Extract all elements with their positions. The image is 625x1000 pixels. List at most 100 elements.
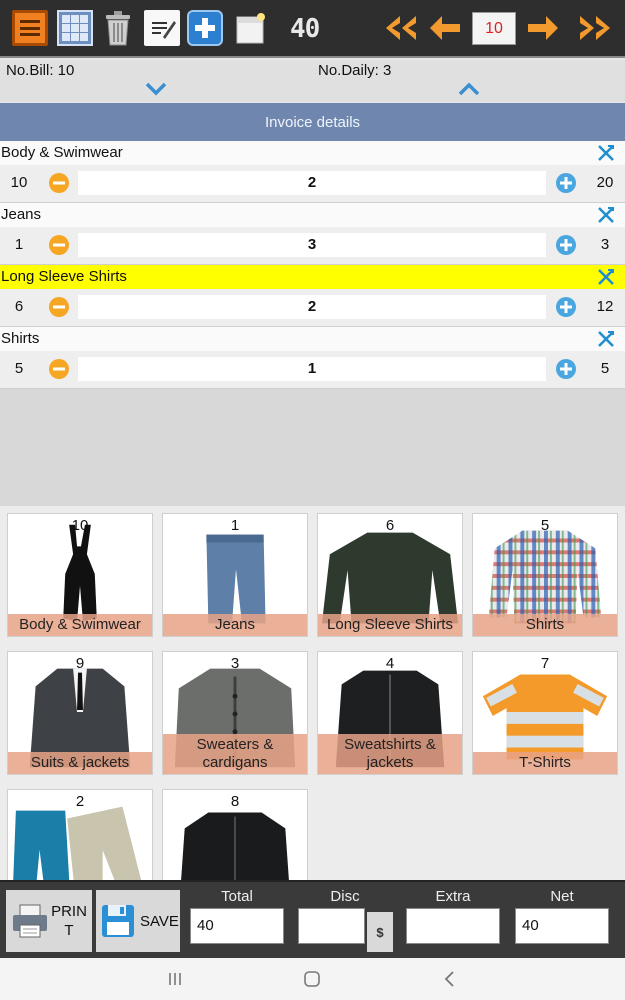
invoice-item-qty-row: 6 2 12 bbox=[0, 289, 625, 326]
bill-number-label: No.Bill: 10 bbox=[6, 62, 75, 79]
product-label: Suits & jackets bbox=[8, 752, 152, 774]
product-grid: 10 Body & Swimwear 1 Jeans 6 Long Sleeve… bbox=[0, 506, 625, 880]
minus-icon[interactable] bbox=[48, 358, 70, 380]
trash-icon[interactable] bbox=[100, 10, 136, 46]
minus-icon[interactable] bbox=[48, 296, 70, 318]
invoice-item-name[interactable]: Body & Swimwear bbox=[0, 141, 625, 165]
top-toolbar: 40 10 bbox=[0, 0, 625, 58]
product-label: Shirts bbox=[473, 614, 617, 636]
plus-icon[interactable] bbox=[555, 358, 577, 380]
item-price: 1 bbox=[14, 236, 24, 253]
previous-page-icon[interactable] bbox=[428, 14, 462, 42]
item-total: 3 bbox=[600, 236, 610, 253]
remove-item-icon[interactable] bbox=[597, 268, 615, 286]
product-count: 6 bbox=[385, 517, 395, 534]
invoice-empty-area bbox=[0, 389, 625, 506]
product-tile-jeans[interactable]: 1 Jeans bbox=[162, 513, 308, 637]
product-tile-body-swimwear[interactable]: 10 Body & Swimwear bbox=[7, 513, 153, 637]
quantity-field[interactable]: 1 bbox=[78, 357, 546, 381]
page-number-field[interactable]: 10 bbox=[472, 12, 516, 45]
total-label: Total bbox=[221, 888, 253, 905]
daily-number-label: No.Daily: 3 bbox=[318, 62, 392, 79]
invoice-item-name-text: Long Sleeve Shirts bbox=[1, 268, 127, 285]
document-icon[interactable] bbox=[232, 10, 268, 46]
product-tile-sweaters[interactable]: 3 Sweaters & cardigans bbox=[162, 651, 308, 775]
product-count: 3 bbox=[230, 655, 240, 672]
item-price: 6 bbox=[14, 298, 24, 315]
product-tile-jackets[interactable]: 8 bbox=[162, 789, 308, 880]
total-field[interactable]: 40 bbox=[190, 908, 284, 944]
minus-icon[interactable] bbox=[48, 172, 70, 194]
product-tile-pants[interactable]: 2 bbox=[7, 789, 153, 880]
quantity-field[interactable]: 3 bbox=[78, 233, 546, 257]
invoice-item-name[interactable]: Jeans bbox=[0, 203, 625, 227]
print-button[interactable]: PRINT bbox=[6, 890, 92, 952]
extra-field[interactable] bbox=[406, 908, 500, 944]
remove-item-icon[interactable] bbox=[597, 144, 615, 162]
product-label: Long Sleeve Shirts bbox=[318, 614, 462, 636]
minus-icon[interactable] bbox=[48, 234, 70, 256]
recent-apps-icon[interactable] bbox=[166, 970, 184, 988]
product-count: 4 bbox=[385, 655, 395, 672]
menu-icon[interactable] bbox=[12, 10, 48, 46]
disc-label: Disc bbox=[330, 888, 360, 905]
product-label: T-Shirts bbox=[473, 752, 617, 774]
product-tile-t-shirts[interactable]: 7 T-Shirts bbox=[472, 651, 618, 775]
invoice-item: Body & Swimwear 10 2 20 bbox=[0, 141, 625, 203]
notes-icon[interactable] bbox=[144, 10, 180, 46]
invoice-item-qty-row: 5 1 5 bbox=[0, 351, 625, 388]
last-page-icon[interactable] bbox=[578, 14, 612, 42]
product-tile-suits-jackets[interactable]: 9 Suits & jackets bbox=[7, 651, 153, 775]
save-button[interactable]: SAVE bbox=[96, 890, 180, 952]
item-total: 12 bbox=[596, 298, 614, 315]
invoice-item-name[interactable]: Shirts bbox=[0, 327, 625, 351]
chevron-up-icon[interactable] bbox=[458, 82, 480, 96]
back-icon[interactable] bbox=[441, 970, 459, 988]
add-icon[interactable] bbox=[187, 10, 223, 46]
printer-icon bbox=[13, 904, 47, 938]
product-tile-long-sleeve-shirts[interactable]: 6 Long Sleeve Shirts bbox=[317, 513, 463, 637]
remove-item-icon[interactable] bbox=[597, 330, 615, 348]
invoice-list: Body & Swimwear 10 2 20 Jeans 1 3 3 Long… bbox=[0, 141, 625, 389]
product-count: 8 bbox=[230, 793, 240, 810]
quantity-field[interactable]: 2 bbox=[78, 295, 546, 319]
product-label: Sweatshirts & jackets bbox=[318, 734, 462, 774]
extra-label: Extra bbox=[435, 888, 471, 905]
net-label: Net bbox=[550, 888, 574, 905]
product-label: Sweaters & cardigans bbox=[163, 734, 307, 774]
product-label: Body & Swimwear bbox=[8, 614, 152, 636]
plus-icon[interactable] bbox=[555, 234, 577, 256]
plus-icon[interactable] bbox=[555, 296, 577, 318]
invoice-item: Shirts 5 1 5 bbox=[0, 327, 625, 389]
product-count: 7 bbox=[540, 655, 550, 672]
currency-toggle[interactable]: $ bbox=[367, 912, 393, 952]
counts-bar: No.Bill: 10 No.Daily: 3 bbox=[0, 60, 625, 102]
item-total: 5 bbox=[600, 360, 610, 377]
extra-column: Extra bbox=[406, 888, 500, 944]
quantity-field[interactable]: 2 bbox=[78, 171, 546, 195]
remove-item-icon[interactable] bbox=[597, 206, 615, 224]
disc-field[interactable] bbox=[298, 908, 365, 944]
plus-icon[interactable] bbox=[555, 172, 577, 194]
product-tile-shirts[interactable]: 5 Shirts bbox=[472, 513, 618, 637]
invoice-item-name-text: Jeans bbox=[1, 206, 42, 223]
system-navigation-bar bbox=[0, 958, 625, 1000]
invoice-item-name-text: Body & Swimwear bbox=[1, 144, 123, 161]
home-icon[interactable] bbox=[303, 970, 321, 988]
product-count: 10 bbox=[71, 517, 89, 534]
net-column: Net 40 bbox=[515, 888, 609, 944]
invoice-item: Long Sleeve Shirts 6 2 12 bbox=[0, 265, 625, 327]
product-label: Jeans bbox=[163, 614, 307, 636]
first-page-icon[interactable] bbox=[384, 14, 418, 42]
net-field[interactable]: 40 bbox=[515, 908, 609, 944]
grid-icon[interactable] bbox=[57, 10, 93, 46]
product-tile-sweatshirts[interactable]: 4 Sweatshirts & jackets bbox=[317, 651, 463, 775]
invoice-item-qty-row: 10 2 20 bbox=[0, 165, 625, 202]
chevron-down-icon[interactable] bbox=[145, 82, 167, 96]
invoice-item-name[interactable]: Long Sleeve Shirts bbox=[0, 265, 625, 289]
total-column: Total 40 bbox=[190, 888, 284, 944]
product-count: 5 bbox=[540, 517, 550, 534]
next-page-icon[interactable] bbox=[526, 14, 560, 42]
item-price: 5 bbox=[14, 360, 24, 377]
invoice-item-name-text: Shirts bbox=[1, 330, 40, 347]
